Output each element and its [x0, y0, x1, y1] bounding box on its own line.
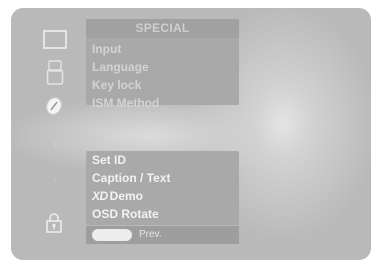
menu-item-caption-text[interactable]: Caption / Text	[92, 170, 170, 187]
prev-label: Prev.	[139, 229, 162, 240]
menu-item-osd-rotate[interactable]: OSD Rotate	[92, 206, 159, 223]
menu-item-set-id[interactable]: Set ID	[92, 152, 126, 169]
audio-icon[interactable]	[46, 60, 64, 86]
menu-item-key-lock[interactable]: Key lock	[92, 77, 141, 94]
menu-item-ism-method[interactable]: ISM Method	[92, 95, 159, 112]
screen-icon[interactable]	[51, 176, 59, 188]
lock-icon[interactable]	[45, 212, 63, 234]
osd-screen: SPECIAL Input Language Key lock ISM Meth…	[11, 8, 371, 260]
menu-item-label: Demo	[109, 189, 144, 203]
option-icon[interactable]	[51, 139, 59, 151]
timer-icon[interactable]	[44, 95, 64, 117]
menu-icon-bar	[29, 16, 79, 244]
prev-button-icon[interactable]	[92, 229, 132, 241]
prev-bar: Prev.	[86, 226, 239, 244]
menu-item-input[interactable]: Input	[92, 41, 121, 58]
menu-title: SPECIAL	[86, 19, 239, 38]
menu-item-xd-demo[interactable]: XD Demo	[92, 188, 143, 205]
picture-icon[interactable]	[43, 30, 67, 50]
menu-item-language[interactable]: Language	[92, 59, 149, 76]
xd-logo: XD	[92, 189, 108, 203]
